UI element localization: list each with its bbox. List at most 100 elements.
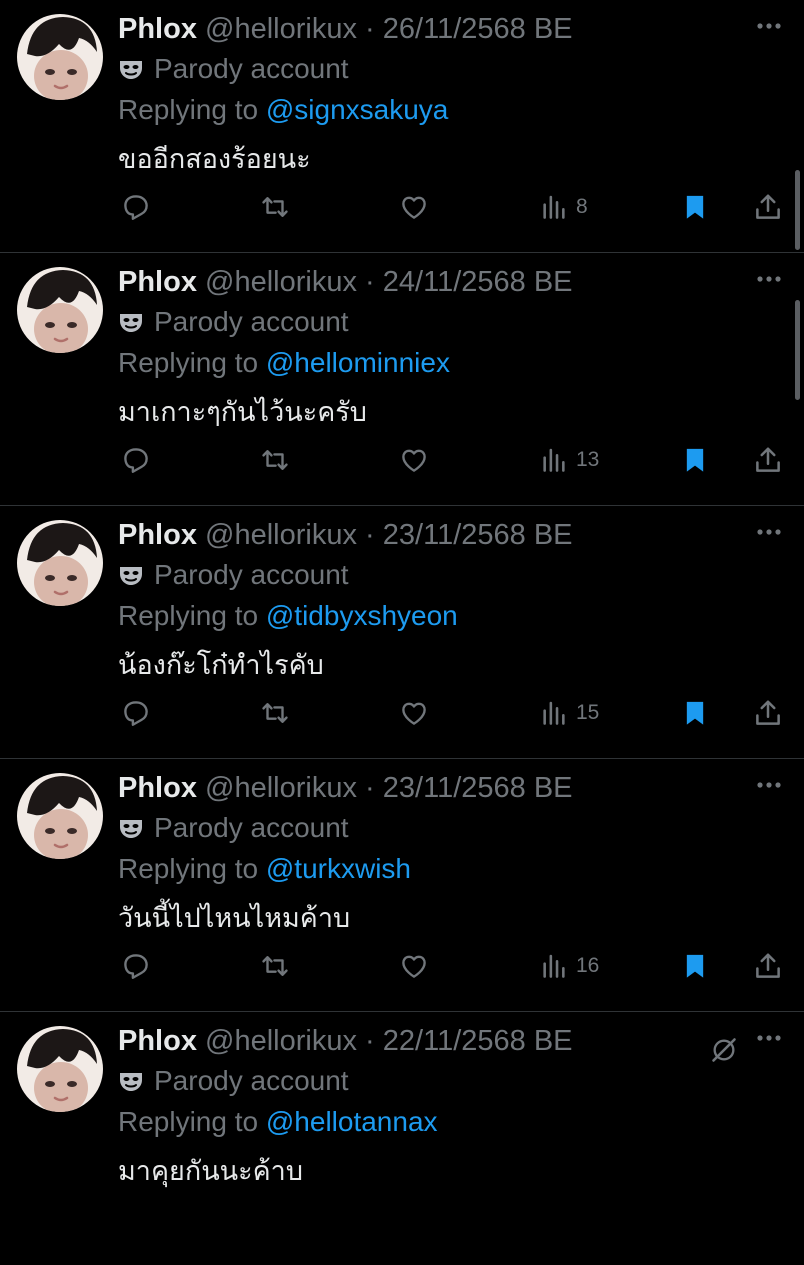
tweet-item[interactable]: Phlox @hellorikux · 24/11/2568 BE Parody… xyxy=(0,253,804,506)
retweet-button[interactable] xyxy=(259,444,291,476)
views-button[interactable]: 16 xyxy=(540,950,599,982)
tweet-date[interactable]: 23/11/2568 BE xyxy=(383,519,573,551)
like-button[interactable] xyxy=(399,697,429,729)
replying-to: Replying to @turkxwish xyxy=(118,850,411,888)
reply-icon xyxy=(121,951,151,981)
heart-icon xyxy=(399,445,429,475)
share-button[interactable] xyxy=(753,697,783,729)
more-icon[interactable] xyxy=(754,773,784,797)
more-icon[interactable] xyxy=(754,14,784,38)
mask-icon xyxy=(118,813,144,851)
avatar[interactable] xyxy=(17,520,103,606)
like-button[interactable] xyxy=(399,950,429,982)
display-name[interactable]: Phlox xyxy=(118,519,197,551)
views-icon xyxy=(540,699,568,727)
share-button[interactable] xyxy=(753,444,783,476)
like-button[interactable] xyxy=(399,444,429,476)
tweet-text: วันนี้ไปไหนไหมค้าบ xyxy=(118,903,351,933)
bookmark-button[interactable] xyxy=(681,444,709,476)
heart-icon xyxy=(399,698,429,728)
tweet-text: น้องก๊ะโก๋ทำไรคับ xyxy=(118,650,324,680)
views-count: 8 xyxy=(576,195,588,218)
tweet-date[interactable]: 24/11/2568 BE xyxy=(383,266,573,298)
avatar[interactable] xyxy=(17,14,103,100)
reply-mention-link[interactable]: @hellotannax xyxy=(266,1106,438,1137)
replying-to: Replying to @hellotannax xyxy=(118,1103,438,1141)
views-button[interactable]: 13 xyxy=(540,444,599,476)
reply-mention-link[interactable]: @tidbyxshyeon xyxy=(266,600,458,631)
parody-text: Parody account xyxy=(154,559,349,590)
views-button[interactable]: 15 xyxy=(540,697,599,729)
avatar[interactable] xyxy=(17,267,103,353)
replying-prefix: Replying to xyxy=(118,600,259,631)
share-icon xyxy=(753,192,783,222)
views-icon xyxy=(540,446,568,474)
user-handle[interactable]: @hellorikux xyxy=(205,266,357,298)
retweet-button[interactable] xyxy=(259,950,291,982)
parody-text: Parody account xyxy=(154,306,349,337)
views-button[interactable]: 8 xyxy=(540,191,588,223)
replying-to: Replying to @tidbyxshyeon xyxy=(118,597,458,635)
mask-icon xyxy=(118,54,144,92)
reply-button[interactable] xyxy=(121,191,151,223)
bookmark-button[interactable] xyxy=(681,191,709,223)
parody-label: Parody account xyxy=(118,809,349,851)
user-handle[interactable]: @hellorikux xyxy=(205,772,357,804)
reply-button[interactable] xyxy=(121,950,151,982)
reply-button[interactable] xyxy=(121,444,151,476)
share-button[interactable] xyxy=(753,191,783,223)
bookmark-button[interactable] xyxy=(681,950,709,982)
tweet-item[interactable]: Phlox @hellorikux · 23/11/2568 BE Parody… xyxy=(0,506,804,759)
bookmark-button[interactable] xyxy=(681,697,709,729)
display-name[interactable]: Phlox xyxy=(118,266,197,298)
scrollbar[interactable] xyxy=(795,170,800,250)
retweet-button[interactable] xyxy=(259,697,291,729)
share-button[interactable] xyxy=(753,950,783,982)
tweet-item[interactable]: Phlox @hellorikux · 23/11/2568 BE Parody… xyxy=(0,759,804,1012)
reply-icon xyxy=(121,192,151,222)
avatar[interactable] xyxy=(17,1026,103,1112)
separator-dot: · xyxy=(365,519,375,551)
tweet-date[interactable]: 22/11/2568 BE xyxy=(383,1025,573,1057)
action-bar: 15 xyxy=(0,697,804,733)
user-handle[interactable]: @hellorikux xyxy=(205,519,357,551)
tweet-item[interactable]: Phlox @hellorikux · 22/11/2568 BE Parody… xyxy=(0,1012,804,1265)
like-button[interactable] xyxy=(399,191,429,223)
more-icon[interactable] xyxy=(754,520,784,544)
heart-icon xyxy=(399,951,429,981)
tweet-header: Phlox @hellorikux · 23/11/2568 BE xyxy=(118,769,573,807)
more-icon[interactable] xyxy=(754,267,784,291)
reply-mention-link[interactable]: @hellominniex xyxy=(266,347,450,378)
heart-icon xyxy=(399,192,429,222)
separator-dot: · xyxy=(365,13,375,45)
mask-icon xyxy=(118,307,144,345)
mask-icon xyxy=(118,1066,144,1104)
display-name[interactable]: Phlox xyxy=(118,13,197,45)
share-icon xyxy=(753,698,783,728)
reply-mention-link[interactable]: @turkxwish xyxy=(266,853,411,884)
reply-button[interactable] xyxy=(121,697,151,729)
tweet-date[interactable]: 26/11/2568 BE xyxy=(383,13,573,45)
action-bar: 16 xyxy=(0,950,804,986)
parody-label: Parody account xyxy=(118,556,349,598)
reply-mention-link[interactable]: @signxsakuya xyxy=(266,94,449,125)
tweet-date[interactable]: 23/11/2568 BE xyxy=(383,772,573,804)
more-icon[interactable] xyxy=(754,1026,784,1050)
display-name[interactable]: Phlox xyxy=(118,1025,197,1057)
parody-text: Parody account xyxy=(154,1065,349,1096)
retweet-button[interactable] xyxy=(259,191,291,223)
display-name[interactable]: Phlox xyxy=(118,772,197,804)
views-count: 15 xyxy=(576,701,600,724)
scrollbar[interactable] xyxy=(795,300,800,400)
action-bar: 8 xyxy=(0,191,804,227)
user-handle[interactable]: @hellorikux xyxy=(205,1025,357,1057)
parody-label: Parody account xyxy=(118,1062,349,1104)
reply-icon xyxy=(121,698,151,728)
replying-to: Replying to @hellominniex xyxy=(118,344,450,382)
grok-icon[interactable] xyxy=(710,1036,738,1064)
bookmark-icon xyxy=(681,698,709,728)
tweet-item[interactable]: Phlox @hellorikux · 26/11/2568 BE Parody… xyxy=(0,0,804,253)
user-handle[interactable]: @hellorikux xyxy=(205,13,357,45)
avatar[interactable] xyxy=(17,773,103,859)
replying-prefix: Replying to xyxy=(118,1106,259,1137)
